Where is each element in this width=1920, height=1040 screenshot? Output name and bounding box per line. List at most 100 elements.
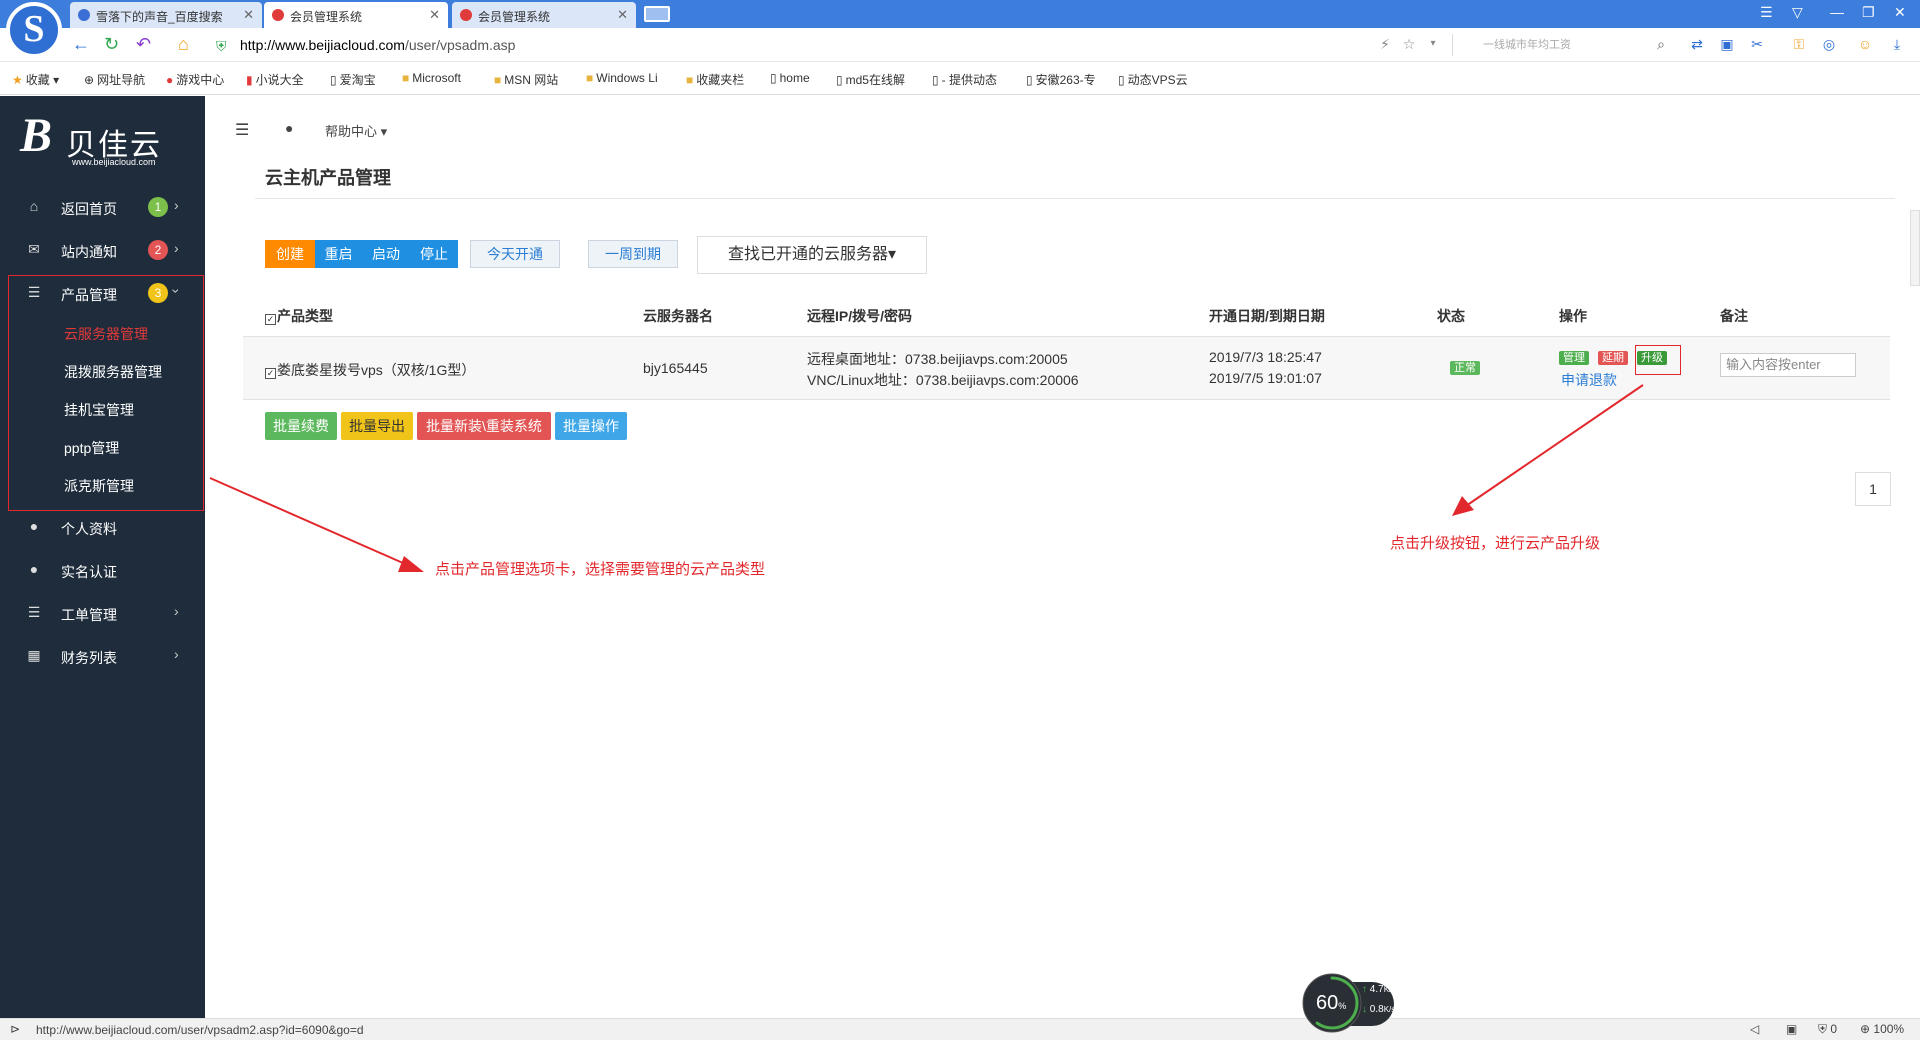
batch-renew-button[interactable]: 批量续费 (265, 412, 337, 440)
extend-button[interactable]: 延期 (1598, 351, 1628, 365)
home-icon[interactable]: ⌂ (178, 34, 189, 54)
help-center-dropdown[interactable]: 帮助中心 ▾ (325, 121, 387, 140)
bookmark-taobao[interactable]: ▯ 爱淘宝 (330, 71, 376, 88)
browser-tab-member[interactable]: 会员管理系统 ✕ (452, 2, 636, 28)
expire-week-button[interactable]: 一周到期 (588, 240, 678, 268)
restore-icon[interactable]: ❐ (1862, 4, 1875, 21)
key-icon[interactable]: ⚿ (1790, 35, 1808, 53)
shield-icon[interactable]: ⛨ 0 (1818, 1022, 1837, 1037)
lightning-icon[interactable]: ⚡ (1376, 35, 1394, 53)
user-icon[interactable]: ● (285, 120, 293, 136)
magnifier-icon[interactable]: ◎ (1820, 35, 1838, 53)
search-input[interactable]: 一线城市年均工资 (1452, 34, 1664, 56)
search-icon[interactable]: ⌕ (1652, 35, 1670, 53)
back-icon[interactable]: ← (72, 34, 90, 54)
bookmark-label: 动态VPS云 (1127, 73, 1188, 87)
sidebar-item-notice[interactable]: ✉ 站内通知 2 › (0, 230, 205, 270)
sidebar: B 贝佳云 www.beijiacloud.com ⌂ 返回首页 1 › ✉ 站… (0, 96, 205, 1018)
gauge-unit: % (1338, 1001, 1347, 1011)
translate-icon[interactable]: ⇄ (1688, 35, 1706, 53)
restart-button[interactable]: 重启 (315, 240, 362, 268)
batch-export-button[interactable]: 批量导出 (341, 412, 413, 440)
browser-tab-baidu[interactable]: 雪落下的声音_百度搜索 ✕ (70, 2, 262, 28)
batch-reinstall-button[interactable]: 批量新装\重装系统 (417, 412, 551, 440)
manage-button[interactable]: 管理 (1559, 351, 1589, 365)
minimize-icon[interactable]: — (1830, 4, 1844, 20)
sidebar-toggle-icon[interactable]: ⊳ (10, 1022, 20, 1036)
zoom-control[interactable]: ⊕ 100% (1860, 1022, 1904, 1036)
star-icon[interactable]: ☆ (1400, 35, 1418, 53)
batch-operations-button[interactable]: 批量操作 (555, 412, 627, 440)
site-favicon-icon (460, 9, 472, 21)
bookmark-favbar[interactable]: ■ 收藏夹栏 (686, 71, 744, 88)
scrollbar[interactable] (1910, 210, 1920, 286)
bookmark-label: Windows Li (596, 71, 658, 85)
bookmark-nav[interactable]: ⊕ 网址导航 (84, 71, 145, 88)
page-icon: ▯ (1118, 73, 1125, 87)
download-icon[interactable]: ⤓ (1888, 35, 1906, 53)
sidebar-item-realname[interactable]: ● 实名认证 (0, 550, 205, 590)
sidebar-item-home[interactable]: ⌂ 返回首页 1 › (0, 187, 205, 227)
tab-title: 雪落下的声音_百度搜索 (96, 10, 223, 24)
note-placeholder: 输入内容按enter (1726, 357, 1821, 372)
select-all-checkbox[interactable]: ✓ (265, 314, 276, 325)
bookmark-vps[interactable]: ▯ 动态VPS云 (1118, 71, 1188, 88)
menu-toggle-icon[interactable]: ☰ (235, 120, 249, 140)
annotation-left: 点击产品管理选项卡，选择需要管理的云产品类型 (435, 561, 766, 578)
undo-icon[interactable]: ↶ (136, 34, 151, 54)
skin-icon[interactable]: ▽ (1792, 4, 1803, 21)
search-placeholder: 一线城市年均工资 (1483, 39, 1571, 51)
list-icon: ☰ (27, 604, 41, 620)
open-date-value: 2019/7/3 18:25:47 (1209, 349, 1322, 365)
close-icon[interactable]: ✕ (617, 7, 628, 23)
cart-icon[interactable]: ▣ (1786, 1022, 1797, 1036)
close-icon[interactable]: ✕ (243, 7, 254, 23)
sidebar-item-tickets[interactable]: ☰ 工单管理 › (0, 593, 205, 633)
bookmarks-bar: ★ 收藏 ▾ ⊕ 网址导航 ● 游戏中心 ▮ 小说大全 ▯ 爱淘宝 ■ Microsoft … (0, 62, 1920, 95)
bookmark-games[interactable]: ● 游戏中心 (166, 71, 224, 88)
sidebar-item-profile[interactable]: ● 个人资料 (0, 507, 205, 547)
bookmark-windows[interactable]: ■ Windows Li (586, 71, 658, 85)
sidebar-item-label: 个人资料 (61, 521, 117, 537)
browser-logo-icon[interactable]: S (6, 2, 62, 58)
page-icon: ▯ (770, 71, 777, 85)
bookmark-novels[interactable]: ▮ 小说大全 (246, 71, 304, 88)
opened-today-button[interactable]: 今天开通 (470, 240, 560, 268)
refresh-icon[interactable]: ↻ (104, 34, 119, 54)
network-speed-widget[interactable]: 60% ↑ 4.7K/s ↓ 0.8K/s (1302, 972, 1396, 1034)
page-title: 云主机产品管理 (265, 168, 391, 188)
main-content: ☰ ● 帮助中心 ▾ 云主机产品管理 创建 重启 启动 停止 今天开通 一周到期… (205, 96, 1920, 1018)
browser-tab-member-active[interactable]: 会员管理系统 ✕ (264, 2, 448, 28)
start-button[interactable]: 启动 (362, 240, 410, 268)
bookmark-md5[interactable]: ▯ md5在线解 (836, 71, 905, 88)
note-input[interactable]: 输入内容按enter (1720, 353, 1856, 377)
bookmark-microsoft[interactable]: ■ Microsoft (402, 71, 461, 85)
smile-icon[interactable]: ☺ (1856, 35, 1874, 53)
close-icon[interactable]: ✕ (429, 7, 440, 23)
bookmark-dynamic[interactable]: ▯ - 提供动态 (932, 71, 997, 88)
chevron-right-icon: › (174, 240, 179, 256)
sidebar-item-finance[interactable]: ▦ 财务列表 › (0, 636, 205, 676)
expire-date-value: 2019/7/5 19:01:07 (1209, 370, 1322, 386)
bookmark-msn[interactable]: ■ MSN 网站 (494, 71, 558, 88)
refund-link[interactable]: 申请退款 (1561, 370, 1617, 390)
bookmark-home[interactable]: ▯ home (770, 71, 810, 85)
chevron-down-icon[interactable]: ▾ (1424, 35, 1442, 53)
new-tab-button[interactable] (644, 6, 670, 22)
stop-button[interactable]: 停止 (410, 240, 458, 268)
find-server-dropdown[interactable]: 查找已开通的云服务器▾ (697, 236, 927, 274)
bookmark-anhui[interactable]: ▯ 安徽263-专 (1026, 71, 1096, 88)
create-button[interactable]: 创建 (265, 240, 315, 268)
bookmark-favorites[interactable]: ★ 收藏 ▾ (12, 71, 59, 88)
zoom-level: 100% (1873, 1022, 1905, 1036)
scissors-icon[interactable]: ✂ (1748, 35, 1766, 53)
speaker-icon[interactable]: ◁ (1750, 1022, 1759, 1036)
url-input[interactable]: http://www.beijiacloud.com/user/vpsadm.a… (240, 34, 1390, 56)
screenshot-icon[interactable]: ▣ (1718, 35, 1736, 53)
close-window-icon[interactable]: ✕ (1894, 4, 1906, 21)
browser-tab-bar: 雪落下的声音_百度搜索 ✕ 会员管理系统 ✕ 会员管理系统 ✕ ☰ ▽ — ❐ … (0, 0, 1920, 28)
menu-icon[interactable]: ☰ (1760, 4, 1773, 21)
row-checkbox[interactable]: ✓ (265, 368, 276, 379)
highlight-box-products (8, 275, 204, 511)
pagination-page-1[interactable]: 1 (1855, 472, 1891, 506)
